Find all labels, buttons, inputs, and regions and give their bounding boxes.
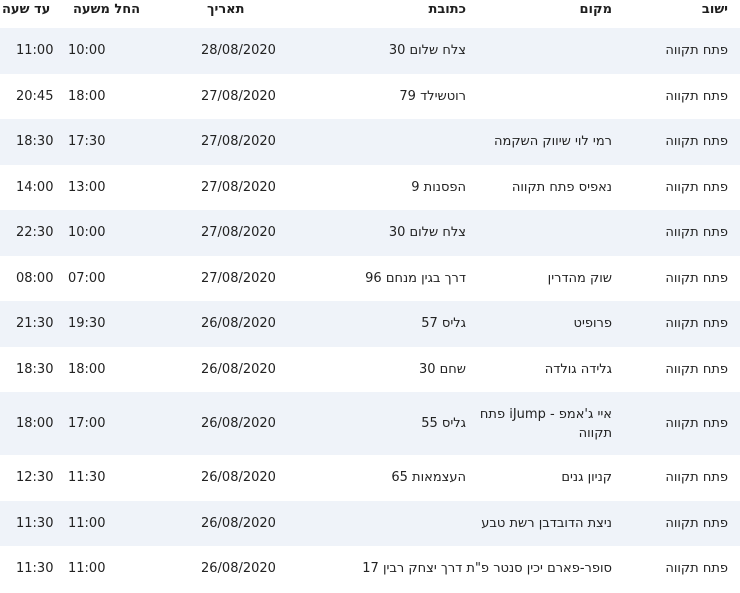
cell-city: פתח תקווה — [665, 361, 728, 377]
cell-address: הפסנות 9 — [411, 179, 466, 195]
cell-to-time: 14:00 — [16, 179, 54, 195]
cell-date: 26/08/2020 — [201, 470, 276, 486]
cell-to-time: 11:30 — [16, 515, 54, 531]
header-place: מקום — [579, 2, 613, 17]
table-row: פתח תקווה רוטשילד 79 27/08/2020 18:00 20… — [0, 74, 740, 120]
cell-date: 26/08/2020 — [201, 316, 276, 332]
cell-date: 27/08/2020 — [201, 134, 276, 150]
cell-from-time: 17:00 — [68, 416, 106, 431]
table-row: פתח תקווה רמי לוי שיווק השקמה 27/08/2020… — [0, 119, 740, 165]
table-row: פתח תקווה ניצת הדובדבן רשת טבע 26/08/202… — [0, 500, 740, 546]
table-header: ישוב מקום כתובת תאריך החל משעה עד שעה — [0, 0, 740, 28]
exposure-locations-table: ישוב מקום כתובת תאריך החל משעה עד שעה פת… — [0, 0, 740, 592]
cell-address: גליס 55 — [421, 416, 466, 431]
cell-place: איי ג'אמפ - iJump פתח תקווה — [479, 406, 612, 441]
cell-date: 27/08/2020 — [201, 88, 276, 104]
table-row: פתח תקווה צלח שלום 30 27/08/2020 10:00 2… — [0, 210, 740, 256]
cell-place: סופר-פארם יכין סנטר פ"ת דרך יצחק רבין 17 — [362, 561, 612, 577]
cell-from-time: 10:00 — [68, 225, 106, 241]
cell-from-time: 11:00 — [68, 515, 106, 531]
cell-address: צלח שלום 30 — [388, 225, 466, 241]
cell-address: גליס 57 — [421, 316, 466, 332]
cell-to-time: 20:45 — [16, 88, 54, 104]
cell-from-time: 11:30 — [68, 470, 106, 486]
cell-date: 27/08/2020 — [201, 225, 276, 241]
cell-city: פתח תקווה — [665, 43, 728, 59]
cell-from-time: 17:30 — [68, 134, 106, 150]
table-row: פתח תקווה שוק מהדרין דרך בגין מנחם 96 27… — [0, 256, 740, 302]
cell-place: קניון גנים — [561, 470, 612, 486]
header-address: כתובת — [428, 2, 466, 17]
cell-date: 27/08/2020 — [201, 179, 276, 195]
cell-date: 26/08/2020 — [201, 361, 276, 377]
cell-from-time: 10:00 — [68, 43, 106, 59]
header-from-time: החל משעה — [73, 2, 141, 17]
cell-date: 26/08/2020 — [201, 561, 276, 577]
cell-to-time: 18:30 — [16, 134, 54, 150]
cell-from-time: 18:00 — [68, 88, 106, 104]
table-row: פתח תקווה סופר-פארם יכין סנטר פ"ת דרך יצ… — [0, 546, 740, 592]
cell-from-time: 19:30 — [68, 316, 106, 332]
cell-date: 26/08/2020 — [201, 416, 276, 431]
cell-from-time: 11:00 — [68, 561, 106, 577]
cell-city: פתח תקווה — [665, 134, 728, 150]
cell-city: פתח תקווה — [665, 561, 728, 577]
cell-city: פתח תקווה — [665, 270, 728, 286]
cell-to-time: 18:00 — [16, 416, 54, 431]
cell-to-time: 22:30 — [16, 225, 54, 241]
cell-city: פתח תקווה — [665, 88, 728, 104]
header-to-time: עד שעה — [2, 2, 51, 17]
cell-city: פתח תקווה — [665, 179, 728, 195]
cell-to-time: 18:30 — [16, 361, 54, 377]
cell-date: 26/08/2020 — [201, 515, 276, 531]
cell-city: פתח תקווה — [665, 470, 728, 486]
header-date: תאריך — [207, 2, 245, 17]
table-row: פתח תקווה פרופיט גליס 57 26/08/2020 19:3… — [0, 301, 740, 347]
cell-place: שוק מהדרין — [547, 270, 612, 286]
cell-to-time: 11:00 — [16, 43, 54, 59]
table-row: פתח תקווה צלח שלום 30 28/08/2020 10:00 1… — [0, 28, 740, 74]
cell-to-time: 21:30 — [16, 316, 54, 332]
table-row: פתח תקווה גלידה גולדה שחם 30 26/08/2020 … — [0, 347, 740, 393]
cell-from-time: 13:00 — [68, 179, 106, 195]
cell-city: פתח תקווה — [665, 316, 728, 332]
header-city: ישוב — [701, 2, 728, 17]
cell-address: שחם 30 — [418, 361, 466, 377]
cell-city: פתח תקווה — [665, 515, 728, 531]
cell-date: 27/08/2020 — [201, 270, 276, 286]
cell-city: פתח תקווה — [665, 416, 728, 431]
cell-place: גלידה גולדה — [544, 361, 612, 377]
cell-from-time: 07:00 — [68, 270, 106, 286]
cell-date: 28/08/2020 — [201, 43, 276, 59]
cell-address: דרך בגין מנחם 96 — [365, 270, 466, 286]
cell-city: פתח תקווה — [665, 225, 728, 241]
cell-to-time: 11:30 — [16, 561, 54, 577]
cell-to-time: 12:30 — [16, 470, 54, 486]
cell-to-time: 08:00 — [16, 270, 54, 286]
cell-place: פרופיט — [573, 316, 612, 332]
cell-place: נאפיס פתח תקווה — [511, 179, 612, 195]
cell-address: צלח שלום 30 — [388, 43, 466, 59]
cell-place: רמי לוי שיווק השקמה — [494, 134, 612, 150]
cell-place: ניצת הדובדבן רשת טבע — [481, 515, 612, 531]
cell-address: העצמאות 65 — [391, 470, 466, 486]
table-row: פתח תקווה קניון גנים העצמאות 65 26/08/20… — [0, 455, 740, 501]
cell-address: רוטשילד 79 — [399, 88, 466, 104]
table-row: פתח תקווה נאפיס פתח תקווה הפסנות 9 27/08… — [0, 165, 740, 211]
cell-from-time: 18:00 — [68, 361, 106, 377]
table-row: פתח תקווה איי ג'אמפ - iJump פתח תקווה גל… — [0, 392, 740, 455]
